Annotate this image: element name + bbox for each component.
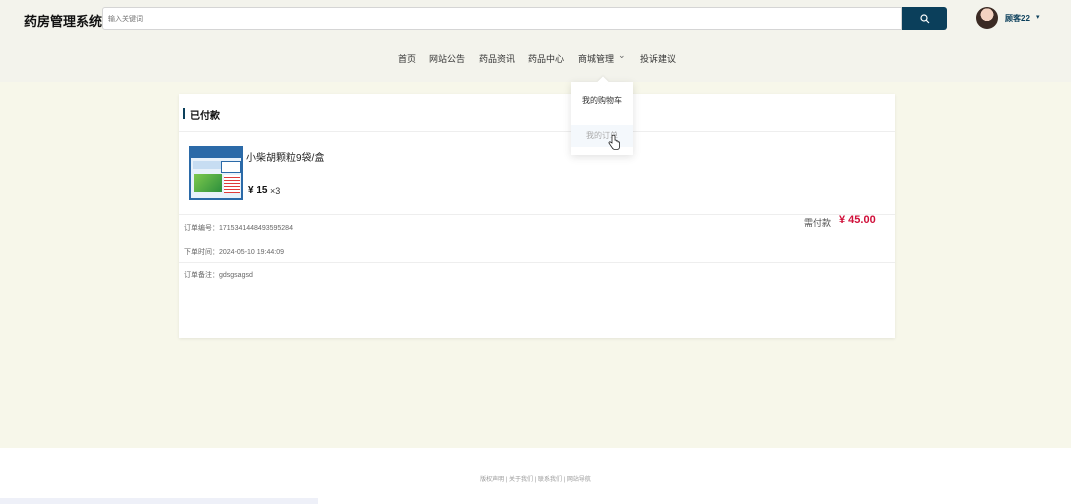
dropdown-item-cart[interactable]: 我的购物车 bbox=[571, 95, 633, 106]
mall-management-dropdown: 我的购物车 我的订单 bbox=[571, 82, 633, 155]
nav-item-drug-center[interactable]: 药品中心 bbox=[528, 52, 564, 65]
nav-item-home[interactable]: 首页 bbox=[398, 52, 416, 65]
order-number-label: 订单编号： bbox=[184, 225, 219, 232]
user-menu-caret-icon[interactable]: ▾ bbox=[1036, 13, 1040, 21]
nav-item-complaints[interactable]: 投诉建议 bbox=[640, 52, 676, 65]
title-accent-bar bbox=[183, 108, 185, 119]
product-price: ¥ 15 bbox=[248, 185, 268, 196]
product-quantity: ×3 bbox=[270, 186, 281, 196]
site-brand[interactable]: 药房管理系统 bbox=[24, 11, 102, 30]
user-name[interactable]: 顾客22 bbox=[1005, 13, 1030, 24]
chevron-down-icon[interactable]: ⌄ bbox=[618, 50, 626, 61]
hand-cursor-icon bbox=[608, 135, 620, 150]
product-name[interactable]: 小柴胡颗粒9袋/盒 bbox=[246, 149, 324, 164]
search-input[interactable] bbox=[103, 9, 901, 30]
dropdown-item-my-orders[interactable]: 我的订单 bbox=[571, 125, 633, 147]
product-image[interactable] bbox=[189, 146, 243, 200]
search-icon bbox=[919, 13, 929, 23]
order-time: 下单时间：2024-05-10 19:44:09 bbox=[184, 247, 284, 257]
order-remark: 订单备注：gdsgsagsd bbox=[184, 270, 253, 280]
bottom-strip bbox=[0, 498, 318, 504]
amount-due-label: 需付款 bbox=[804, 218, 832, 228]
order-number-value: 171534144849359528​4 bbox=[219, 225, 293, 232]
avatar[interactable] bbox=[976, 7, 998, 29]
nav-item-mall-management[interactable]: 商城管理 bbox=[578, 52, 614, 65]
order-status-title: 已付款 bbox=[190, 111, 220, 122]
order-card: 已付款 小柴胡颗粒9袋/盒 ¥ 15 ×3 订单编号：1715341448493… bbox=[179, 94, 895, 338]
divider bbox=[179, 131, 895, 132]
order-number: 订单编号：171534144849359528​4 bbox=[184, 223, 293, 233]
search-button[interactable] bbox=[902, 7, 947, 30]
order-remark-label: 订单备注： bbox=[184, 272, 219, 279]
main-nav: 首页 网站公告 药品资讯 药品中心 商城管理 ⌄ 投诉建议 bbox=[0, 50, 1071, 66]
divider bbox=[179, 262, 895, 263]
nav-item-announcements[interactable]: 网站公告 bbox=[429, 52, 465, 65]
divider bbox=[179, 214, 895, 215]
footer-links[interactable]: 版权声明 | 关于我们 | 联系我们 | 网站导航 bbox=[0, 474, 1071, 483]
header: 药房管理系统 顾客22 ▾ 首页 网站公告 药品资讯 药品中心 商城管理 ⌄ 投… bbox=[0, 0, 1071, 82]
order-time-value: 2024-05-10 19:44:09 bbox=[219, 249, 284, 256]
nav-item-drug-news[interactable]: 药品资讯 bbox=[479, 52, 515, 65]
order-remark-value: gdsgsagsd bbox=[219, 272, 253, 279]
order-time-label: 下单时间： bbox=[184, 249, 219, 256]
amount-due-value: ¥ 45.00 bbox=[839, 214, 876, 226]
search-box[interactable] bbox=[102, 7, 902, 30]
